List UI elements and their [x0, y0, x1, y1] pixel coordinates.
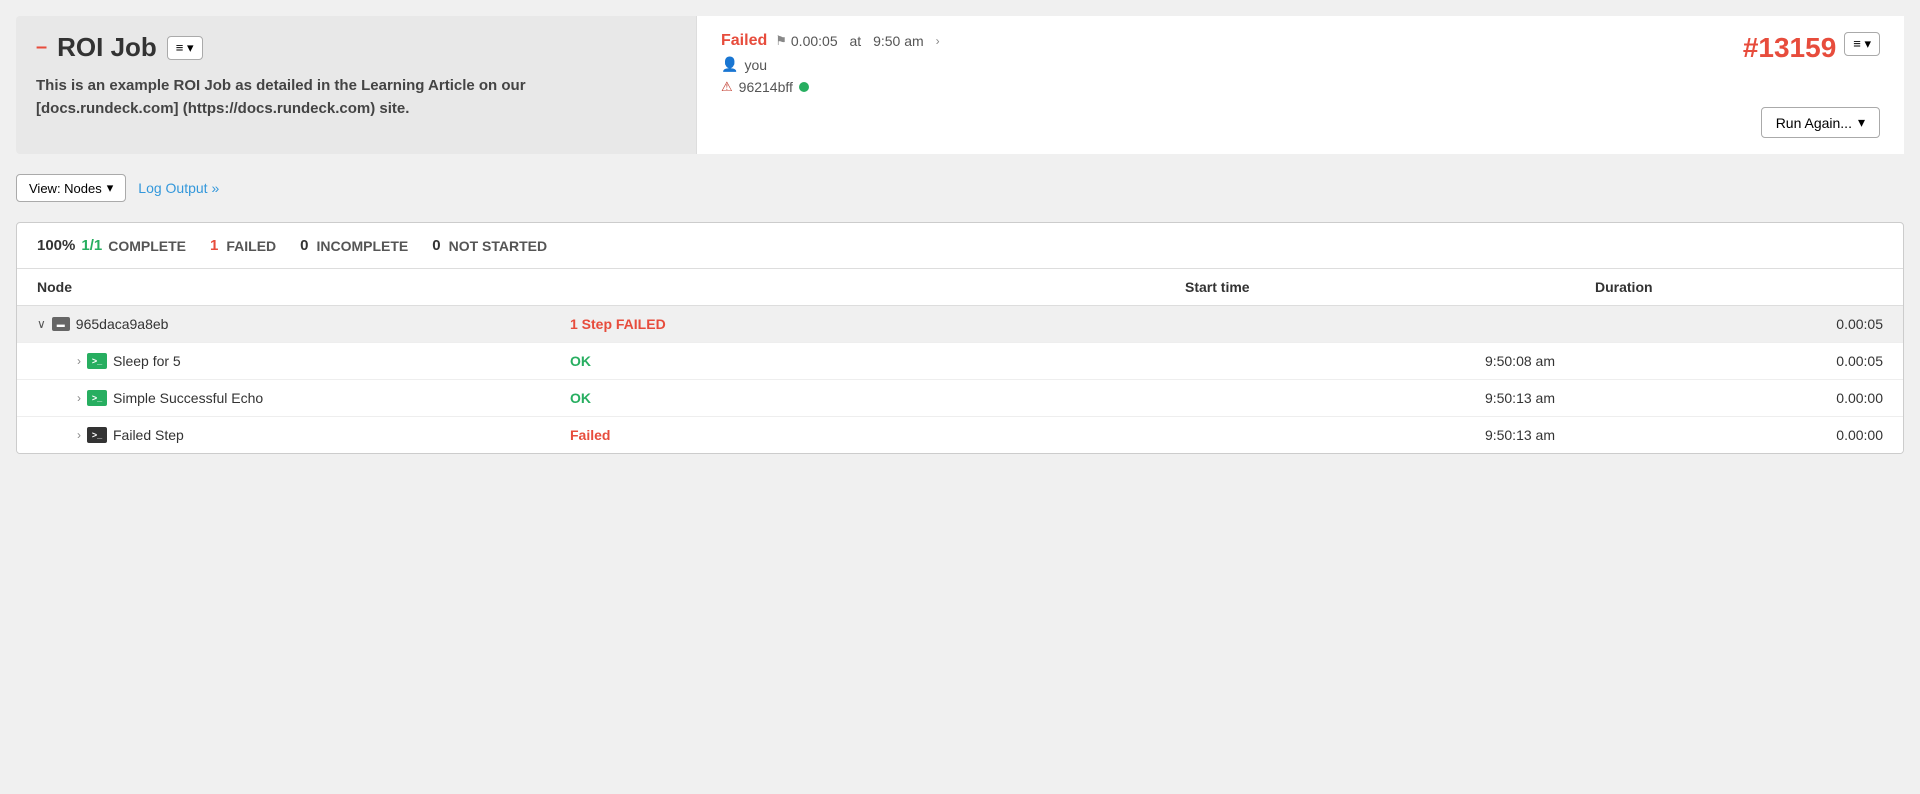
node-step-failed-text: 1 Step FAILED	[570, 316, 666, 332]
job-description: This is an example ROI Job as detailed i…	[36, 75, 616, 120]
execution-duration: 0.00:05	[791, 33, 838, 49]
at-label: at	[850, 33, 862, 49]
view-nodes-chevron: ▾	[107, 180, 114, 196]
server-icon: ▬	[52, 317, 70, 331]
complete-percent: 100%	[37, 237, 75, 254]
log-output-link[interactable]: Log Output »	[138, 180, 219, 196]
step-expand-icon[interactable]: ›	[77, 354, 81, 368]
node-group-status-cell: 1 Step FAILED	[550, 306, 1165, 343]
not-started-label: NOT STARTED	[449, 238, 548, 254]
flag-icon: ⚑	[775, 33, 787, 49]
chevron-right-icon[interactable]: ›	[936, 34, 940, 48]
step-row: › >_ Failed Step Failed 9:50:13 am 0.00:…	[17, 417, 1903, 454]
complete-fraction: 1/1	[81, 237, 102, 254]
run-again-chevron: ▾	[1858, 114, 1865, 131]
execution-menu-button[interactable]: ≡ ▾	[1844, 32, 1880, 56]
node-group-row: ∨ ▬ 965daca9a8eb 1 Step FAILED 0.00:05	[17, 306, 1903, 343]
step-name: Sleep for 5	[113, 353, 181, 369]
step-status: OK	[570, 390, 591, 406]
execution-time: 9:50 am	[873, 33, 924, 49]
step-duration: 0.00:00	[1575, 417, 1903, 454]
step-expand-icon[interactable]: ›	[77, 428, 81, 442]
node-group-name: 965daca9a8eb	[76, 316, 169, 332]
node-warning-icon: ⚠	[721, 79, 733, 95]
node-group-cell: ∨ ▬ 965daca9a8eb	[17, 306, 550, 343]
execution-panel: Failed ⚑ 0.00:05 at 9:50 am ›	[696, 16, 1904, 154]
step-status: OK	[570, 353, 591, 369]
complete-stat: 100% 1/1 COMPLETE	[37, 237, 186, 254]
step-type-icon: >_	[87, 427, 107, 443]
step-name-cell: › >_ Sleep for 5	[17, 343, 550, 380]
step-start-time: 9:50:13 am	[1165, 417, 1575, 454]
step-expand-icon[interactable]: ›	[77, 391, 81, 405]
node-group-starttime	[1165, 306, 1575, 343]
job-title: ROI Job	[57, 32, 157, 63]
incomplete-stat: 0 INCOMPLETE	[300, 237, 408, 254]
status-info: Failed ⚑ 0.00:05 at 9:50 am ›	[721, 32, 940, 95]
step-start-time: 9:50:08 am	[1165, 343, 1575, 380]
not-started-stat: 0 NOT STARTED	[432, 237, 547, 254]
step-status-cell: Failed	[550, 417, 1165, 454]
run-again-label: Run Again...	[1776, 115, 1852, 131]
execution-status: Failed	[721, 32, 767, 50]
step-type-icon: >_	[87, 353, 107, 369]
execution-meta: ⚑ 0.00:05 at 9:50 am ›	[775, 33, 939, 49]
step-start-time: 9:50:13 am	[1165, 380, 1575, 417]
failed-count: 1	[210, 237, 218, 254]
step-status: Failed	[570, 427, 610, 443]
node-row: ⚠ 96214bff	[721, 79, 940, 95]
user-name: you	[744, 57, 767, 73]
dash-icon: –	[36, 36, 47, 59]
step-status-cell: OK	[550, 343, 1165, 380]
step-name-cell: › >_ Simple Successful Echo	[17, 380, 550, 417]
green-dot-icon	[799, 82, 809, 92]
failed-label: FAILED	[226, 238, 276, 254]
user-row: 👤 you	[721, 56, 940, 73]
not-started-count: 0	[432, 237, 440, 254]
execution-id: #13159	[1743, 32, 1836, 64]
col-header-node: Node	[17, 269, 550, 306]
view-nodes-label: View: Nodes	[29, 181, 102, 196]
step-name: Failed Step	[113, 427, 184, 443]
job-info-panel: – ROI Job ≡ ▾ This is an example ROI Job…	[16, 16, 696, 154]
job-menu-button[interactable]: ≡ ▾	[167, 36, 203, 60]
step-duration: 0.00:05	[1575, 343, 1903, 380]
stats-row: 100% 1/1 COMPLETE 1 FAILED 0 INCOMPLETE …	[17, 223, 1903, 269]
step-name-cell: › >_ Failed Step	[17, 417, 550, 454]
node-id: 96214bff	[739, 79, 793, 95]
toolbar: View: Nodes ▾ Log Output »	[16, 170, 1904, 206]
complete-label: COMPLETE	[108, 238, 186, 254]
view-nodes-button[interactable]: View: Nodes ▾	[16, 174, 126, 202]
step-name: Simple Successful Echo	[113, 390, 263, 406]
run-again-button[interactable]: Run Again... ▾	[1761, 107, 1880, 138]
content-area: 100% 1/1 COMPLETE 1 FAILED 0 INCOMPLETE …	[16, 222, 1904, 454]
step-row: › >_ Sleep for 5 OK 9:50:08 am 0.00:05	[17, 343, 1903, 380]
user-icon: 👤	[721, 56, 738, 73]
node-group-duration: 0.00:05	[1575, 306, 1903, 343]
nodes-table: Node Start time Duration ∨ ▬ 965daca9a8e…	[17, 269, 1903, 453]
col-header-duration: Duration	[1575, 269, 1903, 306]
node-group-chevron[interactable]: ∨	[37, 317, 46, 331]
step-row: › >_ Simple Successful Echo OK 9:50:13 a…	[17, 380, 1903, 417]
step-duration: 0.00:00	[1575, 380, 1903, 417]
incomplete-label: INCOMPLETE	[316, 238, 408, 254]
failed-stat: 1 FAILED	[210, 237, 276, 254]
step-status-cell: OK	[550, 380, 1165, 417]
col-header-starttime: Start time	[1165, 269, 1575, 306]
step-type-icon: >_	[87, 390, 107, 406]
incomplete-count: 0	[300, 237, 308, 254]
col-header-status	[550, 269, 1165, 306]
